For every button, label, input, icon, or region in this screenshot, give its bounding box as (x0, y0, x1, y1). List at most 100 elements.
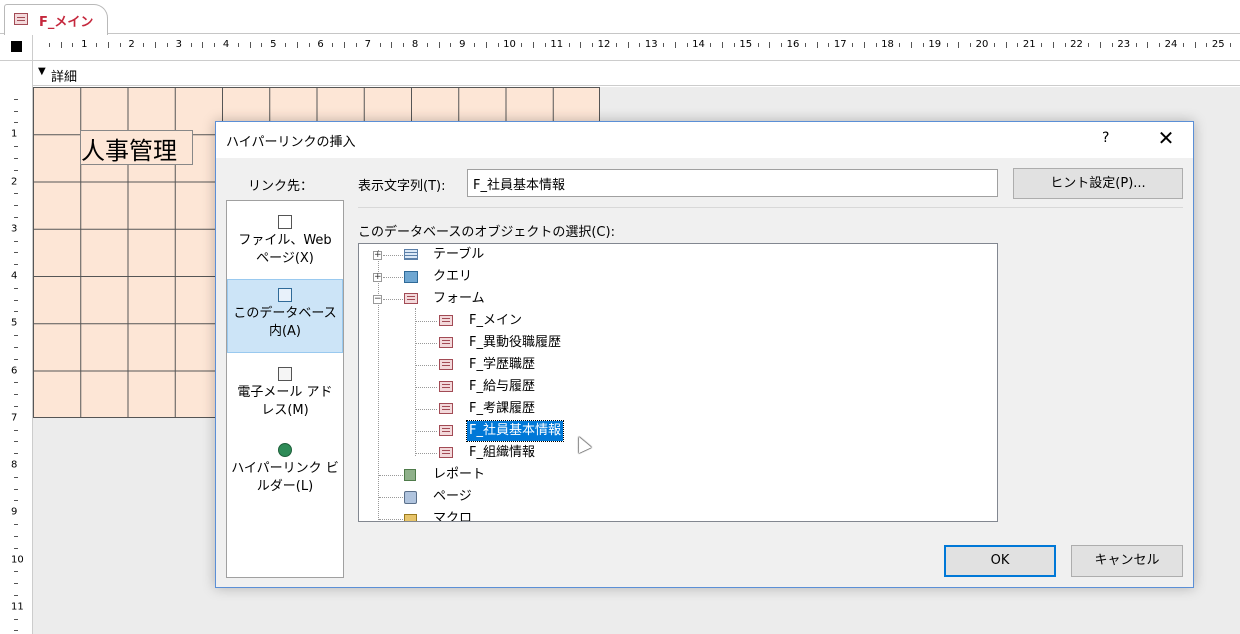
object-select-label: このデータベースのオブジェクトの選択(C): (358, 225, 615, 240)
ruler-number: 3 (11, 223, 18, 235)
collapse-icon[interactable]: − (373, 295, 382, 304)
tree-node-forms[interactable]: − フォーム (373, 289, 673, 309)
ruler-tick (14, 146, 18, 148)
display-text-input[interactable]: F_社員基本情報 (467, 169, 998, 197)
ruler-tick (14, 535, 18, 537)
ruler-tick (922, 43, 924, 47)
ruler-tick (14, 287, 18, 289)
ruler-tick (1159, 43, 1161, 47)
ruler-tick (733, 43, 735, 47)
ruler-tick (568, 43, 570, 47)
tree-node-form[interactable]: F_考課履歴 (415, 399, 715, 419)
ruler-number: 17 (833, 39, 847, 50)
document-tab-label: F_メイン (39, 15, 94, 30)
link-to-this-database[interactable]: このデータベース内(A) (227, 279, 343, 353)
ruler-tick (875, 43, 877, 47)
screen-tip-button[interactable]: ヒント設定(P)... (1013, 168, 1183, 199)
ruler-tick (14, 358, 18, 360)
ruler-number: 11 (11, 601, 24, 613)
ruler-tick (816, 42, 818, 48)
ruler-tick (1064, 43, 1066, 47)
ruler-tick (344, 42, 346, 48)
ruler-tick (379, 43, 381, 47)
document-tab[interactable]: F_メイン (4, 4, 108, 35)
close-icon[interactable]: ✕ (1154, 126, 1178, 150)
form-icon (439, 447, 453, 458)
tree-node-reports[interactable]: レポート (373, 465, 673, 485)
tree-node-tables[interactable]: + テーブル (373, 245, 673, 265)
link-to-panel: ファイル、Web ページ(X) このデータベース内(A) 電子メール アドレス(… (226, 200, 344, 578)
help-icon[interactable]: ? (1102, 130, 1109, 146)
ruler-number: 7 (364, 39, 371, 50)
ruler-number: 23 (1117, 39, 1131, 50)
ruler-tick (107, 42, 109, 48)
expand-icon[interactable]: + (373, 251, 382, 260)
ruler-tick (828, 43, 830, 47)
ruler-tick (1100, 42, 1102, 48)
ruler-tick (391, 42, 393, 48)
tree-node-queries[interactable]: + クエリ (373, 267, 673, 287)
tree-line (379, 519, 403, 520)
ruler-tick (14, 488, 18, 490)
form-selector-icon[interactable] (11, 41, 22, 52)
ruler-tick (627, 42, 629, 48)
ruler-tick (14, 524, 18, 526)
tree-node-macros[interactable]: マクロ (373, 509, 673, 521)
ruler-tick (1088, 43, 1090, 47)
tree-node-label: F_給与履歴 (469, 379, 535, 394)
ruler-tick (674, 42, 676, 48)
detail-section-label: 詳細 (51, 70, 78, 85)
ruler-tick (285, 43, 287, 47)
ruler-number: 3 (175, 39, 182, 50)
ruler-tick (1230, 43, 1232, 47)
ruler-tick (14, 205, 18, 207)
ruler-tick (1005, 42, 1007, 48)
ruler-tick (1194, 42, 1196, 48)
horizontal-ruler[interactable]: 1 2 3 4 5 6 7 8 9 10 11 12 13 14 15 16 17 18 19 20 21 22 23 24 2… (33, 35, 1240, 61)
tree-line (415, 409, 437, 410)
tree-node-form[interactable]: F_組織情報 (415, 443, 715, 463)
form-icon (439, 337, 453, 348)
object-tree[interactable]: + テーブル + クエリ − フォーム F_メイン F_異動役職履歴 F_学歴職… (358, 243, 998, 522)
form-icon (439, 359, 453, 370)
form-icon (439, 425, 453, 436)
ruler-tick (14, 429, 18, 431)
tree-node-form[interactable]: F_メイン (415, 311, 715, 331)
ruler-number: 9 (459, 39, 466, 50)
tree-node-pages[interactable]: ページ (373, 487, 673, 507)
ruler-tick (1111, 43, 1113, 47)
ok-button[interactable]: OK (944, 545, 1056, 577)
expand-icon[interactable]: + (373, 273, 382, 282)
link-to-this-database-label: このデータベース内(A) (233, 306, 337, 339)
tree-node-form[interactable]: F_異動役職履歴 (415, 333, 715, 353)
form-icon (439, 381, 453, 392)
cancel-button[interactable]: キャンセル (1071, 545, 1183, 577)
ruler-tick (592, 43, 594, 47)
form-icon (404, 293, 418, 304)
ruler-number: 10 (11, 554, 24, 565)
tree-node-form[interactable]: F_給与履歴 (415, 377, 715, 397)
tree-node-form-selected[interactable]: F_社員基本情報 (415, 420, 715, 442)
ruler-tick (143, 43, 145, 47)
ruler-tick (14, 122, 18, 124)
tree-line (383, 299, 403, 300)
ruler-tick (14, 264, 18, 266)
ruler-number: 6 (317, 39, 324, 50)
ruler-tick (958, 42, 960, 48)
vertical-ruler[interactable]: 1 2 3 4 5 6 7 8 9 10 11 (0, 61, 33, 634)
ruler-tick (722, 42, 724, 48)
detail-section-bar[interactable] (33, 62, 1240, 86)
tree-node-form[interactable]: F_学歴職歴 (415, 355, 715, 375)
ruler-tick (72, 43, 74, 47)
link-to-file-web[interactable]: ファイル、Web ページ(X) (227, 209, 343, 277)
tree-line (415, 365, 437, 366)
ruler-tick (615, 43, 617, 47)
report-icon (404, 469, 416, 481)
link-to-email[interactable]: 電子メール アドレス(M) (227, 361, 343, 431)
ruler-tick (14, 193, 18, 195)
ruler-number: 20 (975, 39, 989, 50)
tree-line (383, 255, 403, 256)
ruler-tick (96, 43, 98, 47)
link-to-builder[interactable]: ハイパーリンク ビルダー(L) (227, 437, 343, 507)
ruler-tick (450, 43, 452, 47)
